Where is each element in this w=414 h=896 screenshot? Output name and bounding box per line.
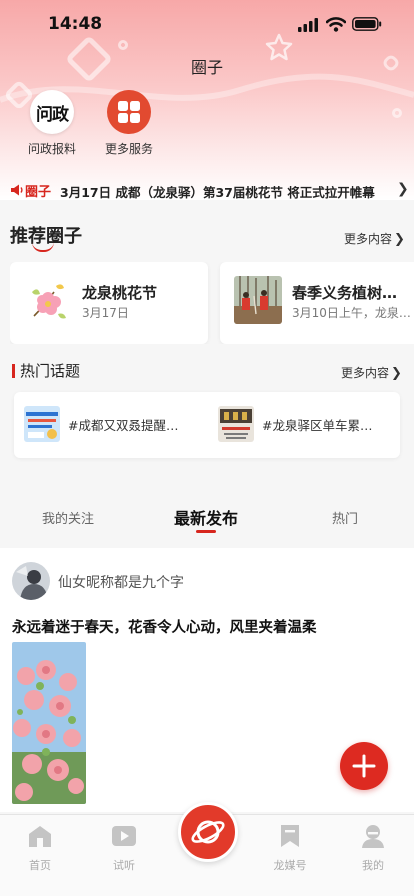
tab-following[interactable]: 我的关注	[42, 508, 94, 527]
tab-listen[interactable]: 试听	[94, 823, 154, 873]
service-more[interactable]: 更多服务	[99, 90, 159, 157]
plus-icon	[352, 754, 376, 778]
hot-topic-text: #龙泉驿区单车累…	[262, 418, 373, 433]
tree-planting-thumbnail	[234, 276, 282, 324]
play-icon	[112, 826, 136, 846]
battery-icon	[352, 17, 382, 31]
user-icon	[362, 825, 384, 848]
tab-center-planet[interactable]	[178, 802, 238, 862]
topic-thumbnail	[24, 406, 60, 442]
tab-home[interactable]: 首页	[10, 823, 70, 873]
status-bar: 14:48	[0, 0, 414, 48]
recommended-more-link[interactable]: 更多内容 ❯	[344, 230, 405, 247]
planet-icon	[191, 820, 225, 844]
section-title-hot-topics: 热门话题	[20, 362, 81, 380]
circle-date: 3月17日	[82, 306, 129, 320]
speaker-icon	[11, 184, 23, 196]
recommended-list: 龙泉桃花节 3月17日 春季义务植树… 3月10日上午，龙泉…	[10, 262, 414, 344]
home-icon	[29, 826, 51, 847]
news-ticker[interactable]: 圈子 3月17日 成都（龙泉驿）第37届桃花节 将正式拉开帷幕 ❯	[0, 176, 414, 206]
bookmark-icon	[281, 825, 299, 847]
tab-longmei[interactable]: 龙媒号	[260, 823, 320, 873]
service-label: 更多服务	[104, 142, 153, 156]
hot-topic-item[interactable]: #龙泉驿区单车累…	[218, 404, 398, 444]
signal-icon	[298, 18, 318, 32]
grid-icon	[107, 90, 151, 134]
wenzheng-logo: 问政	[30, 90, 74, 134]
circle-name: 春季义务植树…	[292, 284, 398, 302]
add-post-button[interactable]	[340, 742, 388, 790]
chevron-right-icon: ❯	[394, 232, 405, 247]
peach-blossom-thumbnail	[24, 276, 72, 324]
page-title: 圈子	[190, 58, 223, 77]
ring-decoration	[392, 108, 402, 118]
hot-topic-item[interactable]: #成都又双叒提醒…	[24, 404, 204, 444]
topic-thumbnail	[218, 406, 254, 442]
chevron-right-icon: ❯	[397, 181, 409, 197]
hot-topic-text: #成都又双叒提醒…	[68, 418, 179, 433]
wifi-icon	[326, 17, 346, 32]
ticker-text: 3月17日 成都（龙泉驿）第37届桃花节 将正式拉开帷幕	[60, 185, 375, 200]
tab-latest[interactable]: 最新发布	[174, 505, 238, 529]
hot-topics-card: #成都又双叒提醒… #龙泉驿区单车累…	[14, 392, 400, 458]
ticker-tag: 圈子	[25, 185, 52, 200]
hot-topics-more-link[interactable]: 更多内容 ❯	[341, 364, 402, 381]
post-content: 永远着迷于春天，花香令人心动，风里夹着温柔	[12, 620, 317, 636]
circle-date: 3月10日上午，龙泉…	[292, 306, 411, 320]
feed-tabs: 我的关注 最新发布 热门	[0, 498, 414, 542]
section-marker	[12, 364, 15, 378]
title-underline	[32, 242, 54, 252]
recommended-card[interactable]: 春季义务植树… 3月10日上午，龙泉…	[220, 262, 414, 344]
avatar[interactable]	[12, 562, 50, 600]
recommended-card[interactable]: 龙泉桃花节 3月17日	[10, 262, 208, 344]
post-author[interactable]: 仙女昵称都是九个字	[58, 572, 184, 592]
service-wenzheng[interactable]: 问政 问政报料	[22, 90, 82, 157]
circle-name: 龙泉桃花节	[82, 284, 158, 302]
service-label: 问政报料	[27, 142, 76, 156]
chevron-right-icon: ❯	[391, 366, 402, 381]
tab-mine[interactable]: 我的	[343, 823, 403, 873]
status-time: 14:48	[48, 14, 103, 34]
tab-hot[interactable]: 热门	[332, 508, 358, 527]
active-tab-indicator	[196, 530, 216, 533]
post-image[interactable]	[12, 642, 86, 804]
